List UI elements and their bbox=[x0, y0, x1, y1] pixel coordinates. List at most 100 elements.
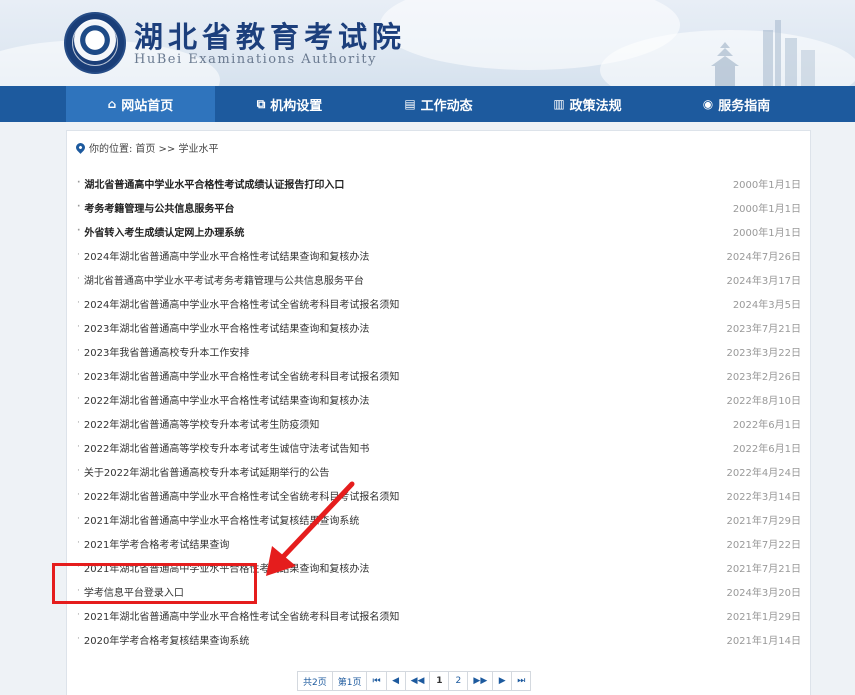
list-item[interactable]: · 2020年学考合格考复核结果查询系统 2021年1月14日 bbox=[77, 627, 801, 651]
article-date: 2000年1月1日 bbox=[732, 227, 801, 239]
article-title-link[interactable]: · 2022年湖北省普通高中学业水平合格性考试全省统考科目考试报名须知 bbox=[77, 488, 399, 503]
article-title-text: 2021年学考合格考考试结果查询 bbox=[83, 539, 230, 551]
article-title-link[interactable]: · 2023年湖北省普通高中学业水平合格性考试结果查询和复核办法 bbox=[77, 320, 369, 335]
article-title-link[interactable]: · 湖北省普通高中学业水平合格性考试成绩认证报告打印入口 bbox=[77, 176, 344, 191]
list-item[interactable]: · 2023年湖北省普通高中学业水平合格性考试全省统考科目考试报名须知 2023年2… bbox=[77, 363, 801, 387]
article-date: 2022年6月1日 bbox=[732, 419, 801, 431]
bullet-icon: · bbox=[77, 634, 80, 644]
list-item[interactable]: · 外省转入考生成绩认定网上办理系统 2000年1月1日 bbox=[77, 219, 801, 243]
site-subtitle: HuBei Examinations Authority bbox=[134, 52, 377, 67]
list-item[interactable]: · 湖北省普通高中学业水平合格性考试成绩认证报告打印入口 2000年1月1日 bbox=[77, 171, 801, 195]
page-1-button[interactable]: 1 bbox=[429, 671, 450, 691]
article-date: 2000年1月1日 bbox=[732, 179, 801, 191]
city-skyline-illustration bbox=[711, 20, 815, 86]
article-date: 2022年3月14日 bbox=[726, 491, 801, 503]
article-date: 2024年3月17日 bbox=[726, 275, 801, 287]
article-title-link[interactable]: · 外省转入考生成绩认定网上办理系统 bbox=[77, 224, 244, 239]
article-title-text: 2022年湖北省普通高中学业水平合格性考试全省统考科目考试报名须知 bbox=[83, 491, 400, 503]
first-page-button[interactable]: ⏮ bbox=[366, 671, 387, 691]
page-2-button[interactable]: 2 bbox=[448, 671, 469, 691]
nav-item-policies[interactable]: ▥ 政策法规 bbox=[513, 86, 662, 122]
exam-authority-emblem[interactable] bbox=[64, 12, 126, 74]
article-title-link[interactable]: · 2024年湖北省普通高中学业水平合格性考试结果查询和复核办法 bbox=[77, 248, 369, 263]
list-item[interactable]: · 2024年湖北省普通高中学业水平合格性考试全省统考科目考试报名须知 2024年3… bbox=[77, 291, 801, 315]
next-page-button[interactable]: ▶▶ bbox=[467, 671, 494, 691]
bullet-icon: · bbox=[77, 610, 80, 620]
article-title-link[interactable]: · 2022年湖北省普通高等学校专升本考试考生防疫须知 bbox=[77, 416, 319, 431]
site-title[interactable]: 湖北省教育考试院 bbox=[134, 14, 406, 56]
location-pin-icon bbox=[74, 140, 87, 154]
article-title-text: 2023年我省普通高校专升本工作安排 bbox=[83, 347, 250, 359]
book-icon: ▥ bbox=[553, 97, 565, 111]
list-item[interactable]: · 2022年湖北省普通高等学校专升本考试考生防疫须知 2022年6月1日 bbox=[77, 411, 801, 435]
next-group-button[interactable]: ▶ bbox=[492, 671, 513, 691]
article-date: 2022年8月10日 bbox=[726, 395, 801, 407]
nav-item-home[interactable]: ⌂ 网站首页 bbox=[66, 86, 215, 122]
article-title-link[interactable]: · 2024年湖北省普通高中学业水平合格性考试全省统考科目考试报名须知 bbox=[77, 296, 399, 311]
article-date: 2022年6月1日 bbox=[732, 443, 801, 455]
document-icon: ▤ bbox=[404, 97, 416, 111]
nav-item-service-guide[interactable]: ◉ 服务指南 bbox=[662, 86, 811, 122]
article-title-text: 2022年湖北省普通高中学业水平合格性考试结果查询和复核办法 bbox=[83, 395, 370, 407]
main-nav: ⌂ 网站首页 ⧉ 机构设置 ▤ 工作动态 ▥ 政策法规 ◉ 服务指南 bbox=[0, 86, 855, 122]
nav-item-label: 机构设置 bbox=[270, 98, 323, 114]
article-title-link[interactable]: · 考务考籍管理与公共信息服务平台 bbox=[77, 200, 234, 215]
list-item[interactable]: · 2023年我省普通高校专升本工作安排 2023年3月22日 bbox=[77, 339, 801, 363]
article-title-text: 2023年湖北省普通高中学业水平合格性考试结果查询和复核办法 bbox=[83, 323, 370, 335]
list-item[interactable]: · 2022年湖北省普通高等学校专升本考试考生诚信守法考试告知书 2022年6月1日 bbox=[77, 435, 801, 459]
bullet-icon: · bbox=[77, 226, 81, 236]
article-date: 2024年3月5日 bbox=[732, 299, 801, 311]
article-title-text: 2023年湖北省普通高中学业水平合格性考试全省统考科目考试报名须知 bbox=[83, 371, 400, 383]
page-total: 共2页 bbox=[297, 671, 333, 691]
breadcrumb: 你的位置: 首页 >> 学业水平 bbox=[74, 139, 219, 155]
list-item[interactable]: · 考务考籍管理与公共信息服务平台 2000年1月1日 bbox=[77, 195, 801, 219]
list-item[interactable]: · 2021年学考合格考考试结果查询 2021年7月22日 bbox=[77, 531, 801, 555]
list-item[interactable]: · 2021年湖北省普通高中学业水平合格性考试复核结果查询系统 2021年7月29日 bbox=[77, 507, 801, 531]
article-title-text: 湖北省普通高中学业水平合格性考试成绩认证报告打印入口 bbox=[84, 179, 345, 191]
highlight-box bbox=[52, 563, 257, 604]
content-panel: 你的位置: 首页 >> 学业水平 · 湖北省普通高中学业水平合格性考试成绩认证报告… bbox=[66, 130, 811, 695]
article-title-link[interactable]: · 2022年湖北省普通高中学业水平合格性考试结果查询和复核办法 bbox=[77, 392, 369, 407]
article-title-link[interactable]: · 2021年湖北省普通高中学业水平合格性考试复核结果查询系统 bbox=[77, 512, 359, 527]
prev-page-button[interactable]: ◀◀ bbox=[404, 671, 431, 691]
article-title-link[interactable]: · 2023年湖北省普通高中学业水平合格性考试全省统考科目考试报名须知 bbox=[77, 368, 399, 383]
bullet-icon: · bbox=[77, 442, 80, 452]
bullet-icon: · bbox=[77, 178, 81, 188]
bullet-icon: · bbox=[77, 394, 80, 404]
list-item[interactable]: · 2022年湖北省普通高中学业水平合格性考试结果查询和复核办法 2022年8月10… bbox=[77, 387, 801, 411]
home-icon: ⌂ bbox=[107, 97, 117, 111]
article-title-link[interactable]: · 2023年我省普通高校专升本工作安排 bbox=[77, 344, 249, 359]
bullet-icon: · bbox=[77, 346, 80, 356]
org-chart-icon: ⧉ bbox=[256, 96, 266, 111]
prev-group-button[interactable]: ◀ bbox=[385, 671, 406, 691]
list-item[interactable]: · 2024年湖北省普通高中学业水平合格性考试结果查询和复核办法 2024年7月26… bbox=[77, 243, 801, 267]
bullet-icon: · bbox=[77, 250, 80, 260]
bullet-icon: · bbox=[77, 274, 80, 284]
last-page-button[interactable]: ⏭ bbox=[511, 671, 532, 691]
article-title-link[interactable]: · 2021年湖北省普通高中学业水平合格性考试全省统考科目考试报名须知 bbox=[77, 608, 399, 623]
article-title-link[interactable]: · 2022年湖北省普通高等学校专升本考试考生诚信守法考试告知书 bbox=[77, 440, 369, 455]
article-title-text: 2022年湖北省普通高等学校专升本考试考生诚信守法考试告知书 bbox=[83, 443, 370, 455]
article-title-link[interactable]: · 2020年学考合格考复核结果查询系统 bbox=[77, 632, 249, 647]
list-item[interactable]: · 关于2022年湖北省普通高校专升本考试延期举行的公告 2022年4月24日 bbox=[77, 459, 801, 483]
article-title-link[interactable]: · 湖北省普通高中学业水平考试考务考籍管理与公共信息服务平台 bbox=[77, 272, 364, 287]
article-date: 2023年2月26日 bbox=[726, 371, 801, 383]
article-title-text: 关于2022年湖北省普通高校专升本考试延期举行的公告 bbox=[83, 467, 330, 479]
list-item[interactable]: · 2022年湖北省普通高中学业水平合格性考试全省统考科目考试报名须知 2022年3… bbox=[77, 483, 801, 507]
pagination: 共2页 第1页 ⏮ ◀ ◀◀ 1 2 ▶▶ ▶ ⏭ bbox=[297, 671, 532, 691]
list-item[interactable]: · 2023年湖北省普通高中学业水平合格性考试结果查询和复核办法 2023年7月21… bbox=[77, 315, 801, 339]
bullet-icon: · bbox=[77, 466, 80, 476]
list-item[interactable]: · 2021年湖北省普通高中学业水平合格性考试全省统考科目考试报名须知 2021年1… bbox=[77, 603, 801, 627]
bullet-icon: · bbox=[77, 514, 80, 524]
breadcrumb-path[interactable]: 首页 >> 学业水平 bbox=[135, 140, 218, 155]
nav-item-organization[interactable]: ⧉ 机构设置 bbox=[215, 86, 364, 122]
article-title-link[interactable]: · 2021年学考合格考考试结果查询 bbox=[77, 536, 229, 551]
page-current: 第1页 bbox=[331, 671, 368, 691]
article-title-link[interactable]: · 关于2022年湖北省普通高校专升本考试延期举行的公告 bbox=[77, 464, 329, 479]
article-date: 2024年7月26日 bbox=[726, 251, 801, 263]
article-title-text: 考务考籍管理与公共信息服务平台 bbox=[84, 203, 235, 215]
article-title-text: 2021年湖北省普通高中学业水平合格性考试复核结果查询系统 bbox=[83, 515, 360, 527]
article-title-text: 湖北省普通高中学业水平考试考务考籍管理与公共信息服务平台 bbox=[83, 275, 364, 287]
nav-item-work-news[interactable]: ▤ 工作动态 bbox=[364, 86, 513, 122]
list-item[interactable]: · 湖北省普通高中学业水平考试考务考籍管理与公共信息服务平台 2024年3月17日 bbox=[77, 267, 801, 291]
